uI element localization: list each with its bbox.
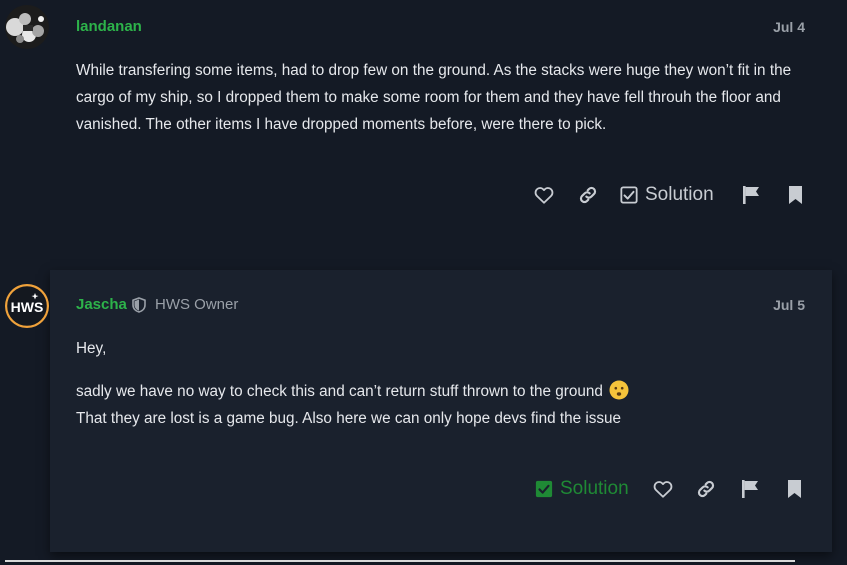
copy-link-button[interactable] [574, 180, 602, 210]
user-title: HWS Owner [155, 296, 239, 313]
post-body-text: While transfering some items, had to dro… [76, 62, 792, 133]
bookmark-icon [787, 480, 801, 498]
bookmark-button[interactable] [780, 474, 808, 504]
link-icon [579, 186, 597, 204]
flag-icon [742, 480, 758, 498]
post-line-2: That they are lost is a game bug. Also h… [76, 410, 622, 427]
bottom-divider [5, 560, 795, 562]
avatar-text: HWS [11, 299, 44, 315]
username[interactable]: landanan [76, 18, 142, 35]
solution-button-accepted[interactable]: Solution [535, 474, 635, 504]
post-landanan: landanan Jul 4 While transfering some it… [0, 0, 847, 240]
post-greeting: Hey, [76, 340, 107, 357]
avatar-jascha[interactable]: HWS [5, 284, 49, 328]
username[interactable]: Jascha [76, 296, 127, 313]
heart-icon [534, 187, 554, 204]
post-line-1: sadly we have no way to check this and c… [76, 383, 603, 400]
post-body: While transfering some items, had to dro… [76, 57, 811, 138]
solution-button[interactable]: Solution [620, 180, 720, 210]
bookmark-icon [788, 186, 802, 204]
like-button[interactable] [649, 474, 677, 504]
flag-button[interactable] [736, 474, 764, 504]
post-jascha: HWS Jascha HWS Owner Jul 5 Hey, sadly we… [0, 270, 847, 552]
worried-face-icon [609, 380, 629, 400]
post-body: Hey, sadly we have no way to check this … [76, 335, 811, 432]
solution-label: Solution [645, 184, 714, 205]
avatar-landanan[interactable] [5, 5, 49, 49]
bookmark-button[interactable] [781, 180, 809, 210]
post-date[interactable]: Jul 5 [773, 297, 805, 313]
solution-label: Solution [560, 478, 629, 499]
post-actions: Solution [530, 180, 810, 210]
shield-icon [132, 297, 146, 313]
heart-icon [653, 481, 673, 498]
link-icon [697, 480, 715, 498]
post-actions: Solution [535, 474, 810, 504]
post-date[interactable]: Jul 4 [773, 19, 805, 35]
flag-button[interactable] [737, 180, 765, 210]
flag-icon [743, 186, 759, 204]
checkbox-icon [620, 186, 638, 204]
like-button[interactable] [530, 180, 558, 210]
post-paragraph: sadly we have no way to check this and c… [76, 378, 811, 432]
copy-link-button[interactable] [692, 474, 720, 504]
checkbox-checked-icon [535, 480, 553, 498]
